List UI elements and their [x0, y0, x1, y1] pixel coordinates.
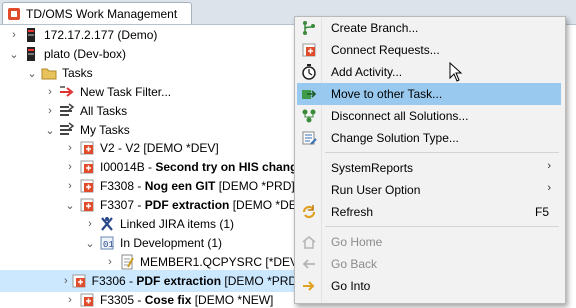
new-filter-icon: [59, 84, 75, 100]
tree-node-label: F3306 - PDF extraction [DEMO *PRD]: [91, 274, 301, 288]
work-management-view: TD/OMS Work Management › 172.17.2.177 (D…: [0, 0, 576, 308]
view-tab-title: TD/OMS Work Management: [26, 6, 178, 21]
menu-item-label: SystemReports: [331, 161, 414, 175]
menu-item-move-to-other-task[interactable]: Move to other Task...: [297, 83, 561, 105]
expand-icon[interactable]: ›: [64, 142, 76, 154]
tree-node-label: MEMBER1.QCPYSRC [*DEV -: [140, 255, 306, 269]
menu-item-go-into[interactable]: Go Into: [297, 275, 561, 297]
menu-item-create-branch[interactable]: Create Branch...: [297, 17, 561, 39]
tree-node-label: F3307 - PDF extraction [DEMO *DEV: [100, 198, 305, 212]
expand-icon[interactable]: ›: [44, 105, 56, 117]
menu-item-label: Go Into: [331, 279, 371, 293]
folder-icon: [41, 65, 57, 81]
server-icon: [23, 46, 39, 62]
expand-icon[interactable]: ›: [64, 180, 76, 192]
menu-item-label: Refresh: [331, 205, 374, 219]
connect-icon: [301, 42, 317, 58]
expand-icon[interactable]: ›: [44, 86, 56, 98]
menu-item-label: Run User Option: [331, 183, 421, 197]
expand-icon[interactable]: ›: [8, 29, 20, 41]
menu-separator: [325, 152, 559, 153]
menu-item-refresh[interactable]: Refresh F5: [297, 201, 561, 223]
tree-node-label: 172.17.2.177 (Demo): [44, 28, 158, 42]
submenu-arrow-icon: ›: [547, 182, 551, 194]
menu-item-label: Connect Requests...: [331, 43, 440, 57]
stopwatch-icon: [301, 64, 317, 80]
menu-item-label: Create Branch...: [331, 21, 419, 35]
refresh-icon: [301, 204, 317, 220]
expand-icon[interactable]: ›: [64, 161, 76, 173]
jira-icon: [99, 216, 115, 232]
task-icon: [71, 273, 87, 289]
tree-node-label: F3308 - Nog een GIT [DEMO *PRD]: [100, 179, 295, 193]
task-icon: [79, 197, 95, 213]
menu-item-go-back[interactable]: Go Back: [297, 253, 561, 275]
collapse-icon[interactable]: ⌄: [44, 124, 56, 137]
expand-icon[interactable]: ›: [84, 218, 96, 230]
go-into-icon: [301, 278, 317, 294]
tree-node-label: In Development (1): [120, 236, 223, 250]
submenu-arrow-icon: ›: [547, 160, 551, 172]
filter-icon: [59, 122, 75, 138]
menu-item-label: Add Activity...: [331, 65, 403, 79]
tree-node-label: New Task Filter...: [80, 85, 172, 99]
branch-icon: [301, 20, 317, 36]
home-icon: [301, 234, 317, 250]
server-icon: [23, 27, 39, 43]
menu-item-go-home[interactable]: Go Home: [297, 231, 561, 253]
collapse-icon[interactable]: ⌄: [26, 67, 38, 80]
move-task-icon: [301, 86, 317, 102]
menu-item-change-solution-type[interactable]: Change Solution Type...: [297, 127, 561, 149]
stage-icon: 01: [99, 235, 115, 251]
solution-type-icon: [301, 130, 317, 146]
menu-item-system-reports[interactable]: SystemReports ›: [297, 157, 561, 179]
task-icon: [79, 178, 95, 194]
context-menu: Create Branch... Connect Requests... Add…: [294, 16, 566, 304]
collapse-icon[interactable]: ⌄: [64, 199, 76, 212]
task-tree: › 172.17.2.177 (Demo) ⌄ plato (Dev-box) …: [0, 16, 576, 308]
collapse-icon[interactable]: ⌄: [84, 237, 96, 250]
menu-item-label: Go Back: [331, 257, 378, 271]
task-icon: [79, 159, 95, 175]
tree-node-label: All Tasks: [80, 104, 128, 118]
svg-text:01: 01: [103, 240, 114, 250]
tree-node-label: F3305 - Cose fix [DEMO *NEW]: [100, 293, 274, 307]
task-icon: [79, 140, 95, 156]
menu-item-accelerator: F5: [534, 205, 549, 219]
menu-item-label: Move to other Task...: [331, 87, 443, 101]
task-icon: [79, 292, 95, 308]
menu-item-connect-requests[interactable]: Connect Requests...: [297, 39, 561, 61]
tree-node-label: I00014B - Second try on HIS change: [100, 160, 305, 174]
tree-node-label: My Tasks: [80, 123, 130, 137]
tree-node-label: Linked JIRA items (1): [120, 217, 235, 231]
menu-item-disconnect-all-solutions[interactable]: Disconnect all Solutions...: [297, 105, 561, 127]
disconnect-icon: [301, 108, 317, 124]
expand-icon[interactable]: ›: [64, 294, 76, 306]
menu-item-run-user-option[interactable]: Run User Option ›: [297, 179, 561, 201]
tree-node-label: plato (Dev-box): [44, 47, 127, 61]
menu-separator: [325, 226, 559, 227]
expand-icon[interactable]: ›: [104, 256, 116, 268]
collapse-icon[interactable]: ⌄: [8, 48, 20, 61]
source-member-icon: [119, 254, 135, 270]
view-tab[interactable]: TD/OMS Work Management: [2, 2, 192, 24]
menu-item-label: Change Solution Type...: [331, 131, 459, 145]
expand-icon[interactable]: ›: [64, 275, 68, 287]
menu-item-label: Disconnect all Solutions...: [331, 109, 469, 123]
tree-node-label: V2 - V2 [DEMO *DEV]: [100, 141, 219, 155]
filter-icon: [59, 103, 75, 119]
tree-node-label: Tasks: [62, 66, 93, 80]
back-icon: [301, 256, 317, 272]
menu-item-add-activity[interactable]: Add Activity...: [297, 61, 561, 83]
mouse-pointer-icon: [449, 61, 463, 82]
menu-item-label: Go Home: [331, 235, 383, 249]
oms-view-icon: [7, 7, 21, 21]
